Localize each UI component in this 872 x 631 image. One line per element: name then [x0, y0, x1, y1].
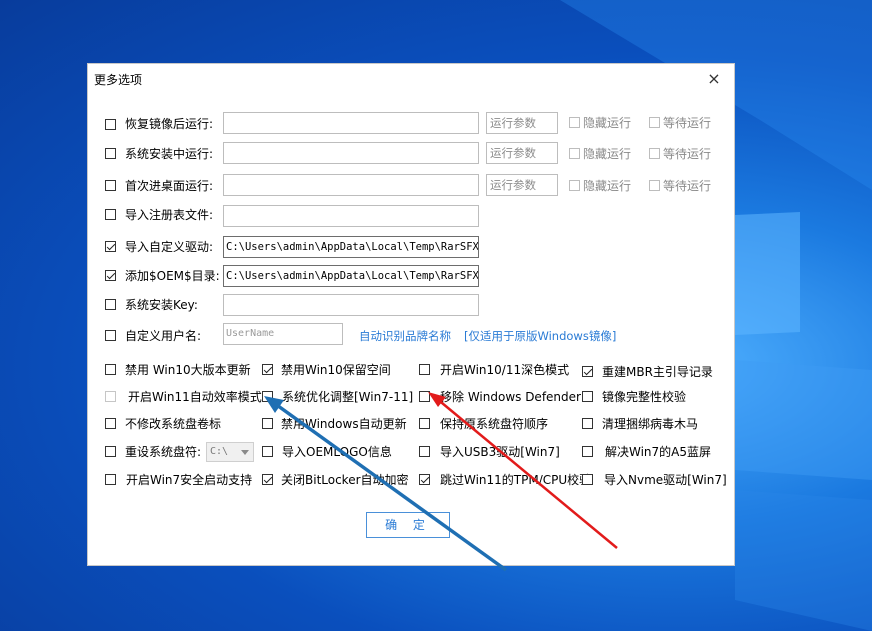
- label-run-first-desktop: 首次进桌面运行:: [125, 179, 214, 193]
- checkbox-disable-reserved-storage[interactable]: [262, 364, 273, 375]
- checkbox-hide-run-0[interactable]: [569, 117, 580, 128]
- label-system-optimize: 系统优化调整[Win7-11]: [282, 390, 414, 404]
- checkbox-wait-run-2[interactable]: [649, 180, 660, 191]
- input-import-driver[interactable]: C:\Users\admin\AppData\Local\Temp\RarSFX…: [223, 236, 479, 258]
- checkbox-clean-bundled-virus[interactable]: [582, 418, 593, 429]
- input-run-first-desktop[interactable]: [223, 174, 479, 196]
- input-oem-dir[interactable]: C:\Users\admin\AppData\Local\Temp\RarSFX…: [223, 265, 479, 287]
- label-wait-run-0: 等待运行: [663, 116, 712, 130]
- checkbox-image-integrity[interactable]: [582, 391, 593, 402]
- label-remove-defender: 移除 Windows Defender: [440, 390, 581, 404]
- checkbox-import-usb3[interactable]: [419, 446, 430, 457]
- label-reset-system-drive: 重设系统盘符:: [125, 445, 202, 459]
- label-dark-mode: 开启Win10/11深色模式: [440, 363, 570, 377]
- input-import-registry[interactable]: [223, 205, 479, 227]
- checkbox-win7-secure-boot[interactable]: [105, 474, 116, 485]
- checkbox-wait-run-0[interactable]: [649, 117, 660, 128]
- checkbox-fix-a5-bsod[interactable]: [582, 446, 593, 457]
- input-run-after-restore[interactable]: [223, 112, 479, 134]
- checkbox-wait-run-1[interactable]: [649, 148, 660, 159]
- input-run-during-setup-param[interactable]: 运行参数: [486, 142, 558, 164]
- dialog-titlebar: 更多选项 ×: [88, 64, 734, 94]
- checkbox-run-during-setup[interactable]: [105, 148, 116, 159]
- link-auto-brand[interactable]: 自动识别品牌名称: [359, 328, 451, 344]
- label-import-registry: 导入注册表文件:: [125, 208, 214, 222]
- checkbox-rebuild-mbr[interactable]: [582, 366, 593, 377]
- checkbox-remove-defender[interactable]: [419, 391, 430, 402]
- checkbox-skip-tpm-check[interactable]: [419, 474, 430, 485]
- checkbox-import-registry[interactable]: [105, 209, 116, 220]
- label-run-during-setup: 系统安装中运行:: [125, 147, 214, 161]
- checkbox-hide-run-2[interactable]: [569, 180, 580, 191]
- checkbox-disable-auto-update[interactable]: [262, 418, 273, 429]
- input-run-after-restore-param[interactable]: 运行参数: [486, 112, 558, 134]
- checkbox-import-driver[interactable]: [105, 241, 116, 252]
- drive-letter-select[interactable]: C:\: [206, 442, 254, 462]
- label-win7-secure-boot: 开启Win7安全启动支持: [126, 473, 253, 487]
- label-import-nvme: 导入Nvme驱动[Win7]: [604, 473, 727, 487]
- checkbox-hide-run-1[interactable]: [569, 148, 580, 159]
- checkbox-oem-dir[interactable]: [105, 270, 116, 281]
- input-install-key[interactable]: [223, 294, 479, 316]
- drive-letter-value: C:\: [210, 446, 229, 457]
- checkbox-install-key[interactable]: [105, 299, 116, 310]
- input-run-first-desktop-param[interactable]: 运行参数: [486, 174, 558, 196]
- input-run-during-setup[interactable]: [223, 142, 479, 164]
- label-disable-reserved-storage: 禁用Win10保留空间: [281, 363, 391, 377]
- label-import-usb3: 导入USB3驱动[Win7]: [440, 445, 560, 459]
- label-fix-a5-bsod: 解决Win7的A5蓝屏: [605, 445, 712, 459]
- input-custom-username[interactable]: UserName: [223, 323, 343, 345]
- label-rebuild-mbr: 重建MBR主引导记录: [602, 365, 713, 379]
- dialog-title: 更多选项: [94, 73, 143, 87]
- label-skip-tpm-check: 跳过Win11的TPM/CPU校验: [440, 473, 592, 487]
- label-win11-efficiency: 开启Win11自动效率模式: [128, 390, 262, 404]
- ok-button[interactable]: 确 定: [366, 512, 450, 538]
- checkbox-run-first-desktop[interactable]: [105, 180, 116, 191]
- label-run-after-restore: 恢复镜像后运行:: [125, 117, 214, 131]
- label-disable-win10-upgrade: 禁用 Win10大版本更新: [125, 363, 251, 377]
- checkbox-dark-mode[interactable]: [419, 364, 430, 375]
- chevron-down-icon: [241, 450, 249, 455]
- checkbox-import-oemlogo[interactable]: [262, 446, 273, 457]
- checkbox-run-after-restore[interactable]: [105, 119, 116, 130]
- label-clean-bundled-virus: 清理捆绑病毒木马: [602, 417, 699, 431]
- checkbox-import-nvme[interactable]: [582, 474, 593, 485]
- checkbox-reset-system-drive[interactable]: [105, 446, 116, 457]
- checkbox-disable-win10-upgrade[interactable]: [105, 364, 116, 375]
- label-wait-run-2: 等待运行: [663, 179, 712, 193]
- link-original-windows-only[interactable]: [仅适用于原版Windows镜像]: [464, 328, 616, 344]
- label-custom-username: 自定义用户名:: [125, 329, 202, 343]
- checkbox-disable-bitlocker[interactable]: [262, 474, 273, 485]
- label-oem-dir: 添加$OEM$目录:: [125, 269, 220, 283]
- checkbox-system-optimize[interactable]: [262, 391, 273, 402]
- label-import-oemlogo: 导入OEMLOGO信息: [282, 445, 392, 459]
- label-keep-volume-label: 不修改系统盘卷标: [125, 417, 222, 431]
- close-icon[interactable]: ×: [702, 68, 726, 90]
- more-options-dialog: 更多选项 × 恢复镜像后运行: 运行参数 隐藏运行 等待运行 系统安装中运行: …: [87, 63, 735, 566]
- label-hide-run-0: 隐藏运行: [583, 116, 632, 130]
- label-import-driver: 导入自定义驱动:: [125, 240, 214, 254]
- label-install-key: 系统安装Key:: [125, 298, 198, 312]
- label-disable-auto-update: 禁用Windows自动更新: [281, 417, 407, 431]
- label-keep-drive-order: 保持原系统盘符顺序: [440, 417, 549, 431]
- label-image-integrity: 镜像完整性校验: [602, 390, 687, 404]
- label-wait-run-1: 等待运行: [663, 147, 712, 161]
- checkbox-custom-username[interactable]: [105, 330, 116, 341]
- checkbox-keep-drive-order[interactable]: [419, 418, 430, 429]
- label-hide-run-1: 隐藏运行: [583, 147, 632, 161]
- checkbox-keep-volume-label[interactable]: [105, 418, 116, 429]
- checkbox-win11-efficiency[interactable]: [105, 391, 116, 402]
- label-hide-run-2: 隐藏运行: [583, 179, 632, 193]
- label-disable-bitlocker: 关闭BitLocker自动加密: [281, 473, 409, 487]
